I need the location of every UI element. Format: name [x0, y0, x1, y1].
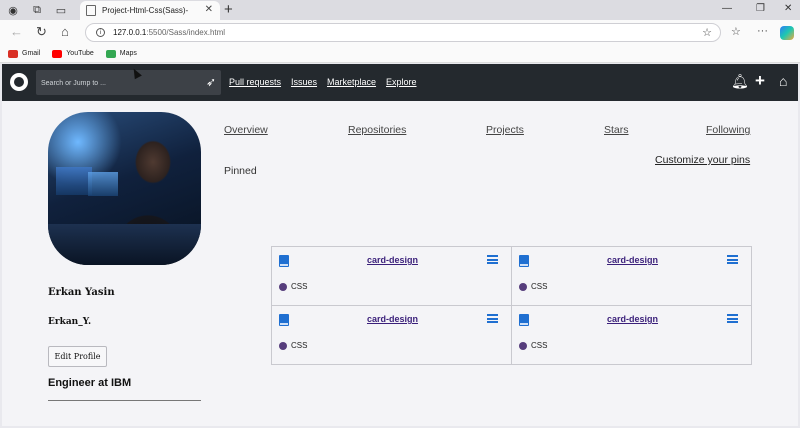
reload-icon[interactable]: ↻ [36, 25, 47, 39]
browser-toolbar: ← ↻ ⌂ i 127.0.0.1 :5500/Sass/index.html … [0, 20, 800, 45]
pinned-card[interactable]: card-design CSS [511, 246, 752, 306]
close-tab-icon[interactable]: ✕ [205, 4, 213, 15]
favorites-icon[interactable]: ☆ [731, 25, 741, 38]
workspaces-icon[interactable]: ⧉ [30, 3, 44, 17]
pinned-heading: Pinned [224, 165, 257, 177]
bookmark-gmail[interactable]: Gmail [8, 49, 41, 58]
close-window-icon[interactable]: ✕ [784, 3, 792, 14]
profile-job: Engineer at IBM [48, 377, 132, 389]
menu-icon[interactable] [727, 314, 738, 323]
github-header: Search or Jump to ... ➶ Pull requests Is… [2, 64, 798, 101]
more-menu-icon[interactable]: ··· [757, 25, 768, 37]
maps-icon [105, 49, 116, 58]
language-dot [519, 342, 527, 350]
card-title[interactable]: card-design [272, 314, 513, 324]
card-language: CSS [291, 341, 308, 350]
url-path: :5500/Sass/index.html [146, 28, 226, 37]
avatar [48, 112, 201, 265]
language-dot [519, 283, 527, 291]
bookmark-maps[interactable]: Maps [105, 49, 137, 58]
tab-title: Project-Html-Css(Sass)- [102, 6, 189, 15]
menu-icon[interactable] [727, 255, 738, 264]
github-logo-icon[interactable] [10, 73, 28, 91]
divider [48, 400, 201, 401]
home-icon[interactable]: ⌂ [779, 73, 787, 89]
home-icon[interactable]: ⌂ [61, 25, 69, 39]
bookmark-label: Maps [119, 50, 137, 57]
gmail-icon [8, 49, 18, 58]
pinned-card[interactable]: card-design CSS [271, 246, 512, 306]
copilot-icon[interactable] [780, 26, 794, 40]
customize-pins-link[interactable]: Customize your pins [655, 154, 750, 166]
bookmark-youtube[interactable]: YouTube [52, 49, 94, 58]
profile-name: Erkan Yasin [48, 287, 115, 298]
bookmark-label: Gmail [22, 50, 41, 57]
address-bar[interactable]: i 127.0.0.1 :5500/Sass/index.html ☆ [85, 23, 721, 42]
url-host: 127.0.0.1 [113, 28, 147, 37]
browser-tab-strip: ◉ ⧉ ▭ Project-Html-Css(Sass)- ✕ + — ❐ ✕ [0, 0, 800, 20]
pinned-card[interactable]: card-design CSS [271, 305, 512, 365]
site-info-icon[interactable]: i [96, 28, 105, 37]
card-title[interactable]: card-design [512, 255, 753, 265]
language-dot [279, 342, 287, 350]
youtube-icon [52, 49, 63, 58]
search-input[interactable]: Search or Jump to ... ➶ [36, 70, 221, 95]
search-placeholder: Search or Jump to ... [41, 80, 106, 87]
tab-projects[interactable]: Projects [486, 124, 524, 136]
nav-issues[interactable]: Issues [291, 77, 317, 87]
plus-icon[interactable]: + [755, 72, 765, 89]
tab-following[interactable]: Following [706, 124, 750, 136]
profile-avatar-icon[interactable]: ◉ [6, 3, 20, 17]
favorite-star-icon[interactable]: ☆ [702, 26, 712, 39]
nav-marketplace[interactable]: Marketplace [327, 77, 376, 87]
minimize-icon[interactable]: — [722, 3, 732, 14]
tab-actions-icon[interactable]: ▭ [54, 3, 68, 17]
tab-overview[interactable]: Overview [224, 124, 268, 136]
nav-pull-requests[interactable]: Pull requests [229, 77, 281, 87]
new-tab-icon[interactable]: + [224, 1, 233, 18]
menu-icon[interactable] [487, 314, 498, 323]
active-tab[interactable]: Project-Html-Css(Sass)- ✕ [80, 1, 220, 20]
card-language: CSS [291, 282, 308, 291]
card-title[interactable]: card-design [512, 314, 753, 324]
bookmark-label: YouTube [66, 50, 94, 57]
card-language: CSS [531, 341, 548, 350]
restore-icon[interactable]: ❐ [756, 3, 765, 14]
tab-repositories[interactable]: Repositories [348, 124, 406, 136]
language-dot [279, 283, 287, 291]
page-icon [86, 5, 96, 16]
page-viewport: Search or Jump to ... ➶ Pull requests Is… [2, 64, 798, 426]
feather-icon: ➶ [205, 75, 216, 89]
menu-icon[interactable] [487, 255, 498, 264]
pinned-card[interactable]: card-design CSS [511, 305, 752, 365]
back-icon[interactable]: ← [10, 25, 23, 39]
nav-explore[interactable]: Explore [386, 77, 417, 87]
bookmarks-bar: Gmail YouTube Maps [0, 45, 800, 63]
card-language: CSS [531, 282, 548, 291]
profile-username: Erkan_Y. [48, 317, 92, 327]
tab-stars[interactable]: Stars [604, 124, 629, 136]
card-title[interactable]: card-design [272, 255, 513, 265]
edit-profile-button[interactable]: Edit Profile [48, 346, 107, 367]
notifications-bell-icon[interactable]: 🔔︎ [731, 73, 749, 89]
